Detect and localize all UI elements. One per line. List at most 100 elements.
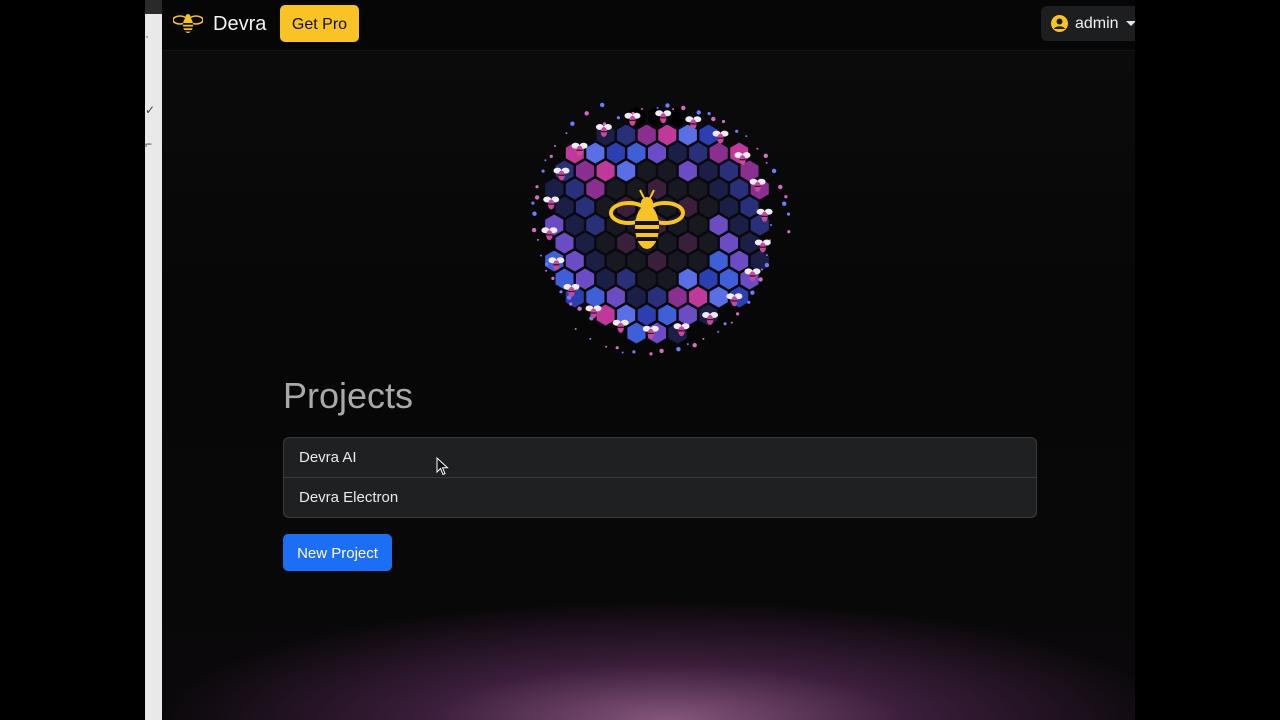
sparkle-dot <box>551 276 555 280</box>
hive-cell <box>564 249 585 273</box>
background-window-glyph: ⌐ <box>145 137 153 151</box>
hive-cell <box>698 231 719 255</box>
sparkle-dot <box>570 121 575 126</box>
desktop-background <box>1135 0 1280 720</box>
hive-cell <box>729 177 750 201</box>
sparkle-dot <box>569 302 573 306</box>
hive-cell <box>636 123 657 147</box>
sparkle-dot <box>707 112 711 116</box>
hive-cell <box>688 213 709 237</box>
mouse-cursor-icon <box>436 457 449 476</box>
user-circle-icon <box>1051 15 1068 32</box>
sparkle-dot <box>771 168 777 174</box>
hive-cell <box>605 285 626 309</box>
hive-cell <box>585 249 606 273</box>
hive-cell <box>636 159 657 183</box>
sparkle-dot <box>549 154 553 158</box>
hive-cell <box>585 213 606 237</box>
hive-cell <box>647 249 667 273</box>
hive-cell <box>718 267 739 291</box>
hive-cell <box>595 159 616 183</box>
get-pro-button[interactable]: Get Pro <box>280 5 359 42</box>
hive-cell <box>626 321 647 345</box>
project-item-devra-ai[interactable]: Devra AI <box>284 438 1036 478</box>
hive-cell <box>585 285 606 309</box>
hive-cell <box>616 267 637 291</box>
sparkle-dot <box>696 110 701 115</box>
hive-cell <box>708 177 729 201</box>
hive-cell <box>739 195 760 219</box>
sparkle-dot <box>702 337 705 340</box>
hive-cell <box>667 249 688 273</box>
sparkle-dot <box>665 103 670 108</box>
hive-cell <box>626 285 647 309</box>
hive-cell <box>667 177 688 201</box>
sparkle-dot <box>615 346 619 350</box>
hive-cell <box>708 213 729 237</box>
sparkle-dot <box>540 254 542 257</box>
hive-cell <box>595 267 616 291</box>
new-project-button[interactable]: New Project <box>283 534 392 571</box>
sparkle-dot <box>541 169 545 173</box>
sparkle-dot <box>577 306 582 311</box>
hive-cell <box>575 195 596 219</box>
sparkle-dot <box>756 147 759 150</box>
sparkle-dot <box>764 262 770 268</box>
sparkle-dot <box>641 108 643 110</box>
page-title: Projects <box>283 375 414 416</box>
hive-cell <box>636 303 657 327</box>
sparkle-dot <box>616 116 620 120</box>
sparkle-dot <box>721 119 726 124</box>
user-menu-dropdown[interactable]: admin <box>1041 6 1135 41</box>
sparkle-dot <box>765 161 768 164</box>
app-window: Devra Get Pro admin Projects Devra AI De… <box>162 0 1135 720</box>
sparkle-dot <box>531 227 537 233</box>
hive-cell <box>667 213 688 237</box>
hive-cell <box>657 303 678 327</box>
sparkle-dot <box>545 269 548 272</box>
sparkle-dot <box>723 322 727 326</box>
hive-cell <box>616 231 637 255</box>
background-window-glyph: ✓ <box>145 103 156 117</box>
sparkle-dot <box>559 290 563 294</box>
hive-cell <box>667 285 688 309</box>
sparkle-dot <box>676 347 681 352</box>
sparkle-dot <box>735 129 739 133</box>
hive-cell <box>718 159 739 183</box>
brand-name[interactable]: Devra <box>213 12 266 36</box>
hive-cell <box>708 141 729 165</box>
project-item-devra-electron[interactable]: Devra Electron <box>284 478 1036 517</box>
hive-cell <box>636 267 657 291</box>
sparkle-dot <box>736 312 740 316</box>
hive-cell <box>657 159 678 183</box>
hive-cell <box>554 231 575 255</box>
hive-cell <box>698 195 719 219</box>
hive-cell <box>575 159 596 183</box>
sparkle-dot <box>681 105 686 111</box>
hive-cell <box>657 123 678 147</box>
hive-cell <box>595 231 616 255</box>
sparkle-dot <box>545 262 549 266</box>
hive-cell <box>667 141 688 165</box>
sparkle-dot <box>535 185 539 189</box>
hive-cell <box>626 141 647 165</box>
hive-cell <box>677 231 698 255</box>
sparkle-dot <box>717 330 720 333</box>
sparkle-dot <box>711 116 716 122</box>
hive-cell <box>688 177 709 201</box>
bee-icon[interactable] <box>173 12 203 36</box>
top-navbar: Devra Get Pro admin <box>162 0 1135 51</box>
sparkle-dot <box>565 132 568 135</box>
hive-cell <box>708 285 729 309</box>
sparkle-dot <box>761 268 763 271</box>
sparkle-dot <box>574 328 577 330</box>
hive-cell <box>718 231 739 255</box>
sparkle-dot <box>692 343 697 348</box>
sparkle-dot <box>747 300 751 304</box>
hive-cell <box>647 141 667 165</box>
chevron-down-icon <box>1126 21 1135 26</box>
hive-cell <box>657 267 678 291</box>
sparkle-dot <box>787 230 791 234</box>
sparkle-dot <box>782 201 787 206</box>
hive-cell <box>708 249 729 273</box>
